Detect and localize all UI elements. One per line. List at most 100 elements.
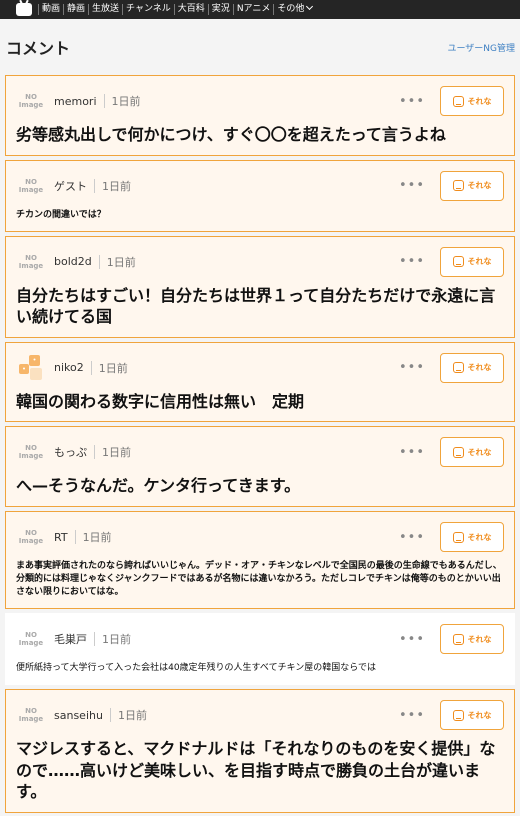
comment-author[interactable]: もっぷ	[54, 444, 87, 460]
comment-text: へ—そうなんだ。ケンタ行ってきます。	[16, 476, 301, 496]
custom-avatar-icon	[19, 354, 42, 380]
comment-text: 便所紙持って大学行って入った会社は40歳定年残りの人生すべてチキン屋の韓国ならで…	[16, 663, 377, 674]
sorena-button[interactable]: それな	[440, 700, 504, 731]
divider	[74, 530, 76, 545]
avatar[interactable]: NO Image	[16, 247, 46, 277]
comment-text: まあ事実評価されたのなら誇ればいいじゃん。デッド・オア・チキンなレベルで全国民の…	[16, 561, 502, 598]
avatar[interactable]: NO Image	[16, 86, 46, 116]
avatar-placeholder-text: Image	[18, 639, 44, 648]
avatar-placeholder-text: NO	[25, 529, 37, 538]
sorena-label: それな	[467, 363, 492, 373]
more-options-icon[interactable]: •••	[399, 445, 425, 460]
sorena-button[interactable]: それな	[440, 624, 504, 655]
comment-time: 1日前	[102, 179, 131, 193]
comment-meta: NO Image RT 1日前 ••• それな	[16, 522, 504, 553]
comment-text: チカンの間違いでは？	[16, 209, 106, 220]
face-icon	[452, 95, 464, 107]
more-options-icon[interactable]: •••	[399, 530, 425, 545]
comment-author[interactable]: RT	[54, 531, 68, 544]
avatar[interactable]	[16, 353, 46, 383]
comment-time: 1日前	[111, 95, 141, 108]
sorena-button[interactable]: それな	[440, 246, 504, 277]
comment-meta: NO Image memori 1日前 ••• それな	[16, 86, 504, 116]
more-options-icon[interactable]: •••	[399, 708, 425, 723]
divider	[94, 178, 95, 193]
avatar-placeholder-text: Image	[18, 715, 44, 724]
more-options-icon[interactable]: •••	[399, 178, 425, 193]
more-options-icon[interactable]: •••	[399, 254, 425, 269]
nav-item-channel[interactable]: チャンネル	[122, 4, 174, 15]
comment-time: 1日前	[106, 255, 136, 269]
chevron-down-icon	[306, 2, 314, 11]
divider	[94, 445, 95, 460]
comment-time: 1日前	[98, 361, 128, 375]
more-options-icon[interactable]: •••	[399, 94, 425, 109]
comment-text: マジレスすると、マクドナルドは「それなりのものを安く提供」なので……高いけど美味…	[16, 739, 496, 802]
comment-author[interactable]: ゲスト	[54, 178, 87, 194]
comment-meta: NO Image もっぷ 1日前 ••• それな	[16, 437, 504, 468]
avatar-placeholder-text: NO	[25, 707, 37, 716]
sorena-button[interactable]: それな	[440, 522, 504, 553]
sorena-button[interactable]: それな	[440, 170, 504, 201]
avatar[interactable]: NO Image	[16, 437, 46, 467]
avatar[interactable]: NO Image	[16, 171, 46, 201]
divider	[109, 708, 111, 723]
sorena-button[interactable]: それな	[440, 437, 504, 468]
comment-text: 自分たちはすごい！自分たちは世界１って自分たちだけで永遠に言い続けてる国	[16, 285, 496, 327]
divider	[94, 632, 95, 647]
avatar-placeholder-text: NO	[25, 253, 37, 262]
comment-item: NO Image 毛巣戸 1日前 ••• それな 便所紙持って大学行って入った会社…	[5, 613, 515, 686]
avatar[interactable]: NO Image	[16, 522, 46, 552]
divider	[98, 254, 100, 269]
avatar-placeholder-text: Image	[18, 537, 44, 546]
nav-item-live[interactable]: 生放送	[88, 4, 122, 15]
nav-item-seiga[interactable]: 静画	[63, 4, 88, 15]
sorena-button[interactable]: それな	[440, 86, 504, 116]
nav-item-other[interactable]: その他	[273, 2, 315, 15]
more-options-icon[interactable]: •••	[399, 360, 425, 375]
nav-item-douga[interactable]: 動画	[38, 4, 63, 15]
comment-time: 1日前	[82, 531, 112, 545]
comment-author[interactable]: niko2	[54, 361, 84, 374]
nav-item-jikkyo[interactable]: 実況	[207, 4, 233, 15]
sorena-label: それな	[467, 257, 492, 267]
avatar[interactable]: NO Image	[16, 700, 46, 730]
face-icon	[452, 531, 464, 543]
comment-author[interactable]: bold2d	[54, 255, 92, 268]
comment-item: NO Image もっぷ 1日前 ••• それな へ—そうなんだ。ケンタ行ってきま…	[5, 426, 515, 508]
face-icon	[452, 180, 464, 192]
avatar-placeholder-text: Image	[18, 101, 44, 109]
sorena-label: それな	[467, 181, 492, 191]
ng-settings-link[interactable]: ユーザーNG管理	[447, 41, 515, 54]
avatar-placeholder-text: NO	[25, 444, 37, 453]
comment-item: NO Image memori 1日前 ••• それな 劣等感丸出しで何かにつけ、…	[5, 75, 515, 156]
face-icon	[452, 633, 464, 645]
sorena-label: それな	[467, 96, 492, 106]
comment-author[interactable]: sanseihu	[54, 709, 103, 722]
top-nav-bar: 動画 静画 生放送 チャンネル 大百科 実況 Nアニメ その他	[0, 0, 520, 19]
comment-text: 劣等感丸出しで何かにつけ、すぐ〇〇を超えたって言うよね	[16, 125, 446, 144]
comment-meta: NO Image 毛巣戸 1日前 ••• それな	[16, 624, 504, 655]
niconico-tv-icon[interactable]	[16, 3, 32, 16]
nav-item-nanime[interactable]: Nアニメ	[232, 4, 274, 15]
face-icon	[452, 256, 464, 268]
sorena-label: それな	[467, 532, 492, 542]
comment-author[interactable]: 毛巣戸	[54, 631, 87, 647]
sorena-label: それな	[467, 634, 492, 644]
sorena-label: それな	[467, 710, 492, 720]
avatar-placeholder-text: NO	[25, 177, 37, 186]
divider	[103, 94, 105, 108]
more-options-icon[interactable]: •••	[399, 632, 425, 647]
comment-time: 1日前	[102, 446, 131, 460]
comment-item: NO Image bold2d 1日前 ••• それな 自分たちはすごい！自分たち…	[5, 235, 515, 338]
divider	[90, 360, 92, 375]
nav-item-other-label: その他	[277, 4, 305, 14]
avatar-placeholder-text: NO	[25, 631, 37, 640]
avatar[interactable]: NO Image	[16, 624, 46, 654]
comment-author[interactable]: memori	[54, 95, 97, 108]
nav-item-dic[interactable]: 大百科	[173, 4, 208, 15]
comment-meta: NO Image ゲスト 1日前 ••• それな	[16, 170, 504, 201]
comment-meta: niko2 1日前 ••• それな	[16, 352, 504, 383]
comment-item: NO Image RT 1日前 ••• それな まあ事実評価されたのなら誇ればいい…	[5, 511, 515, 610]
sorena-button[interactable]: それな	[440, 352, 504, 383]
